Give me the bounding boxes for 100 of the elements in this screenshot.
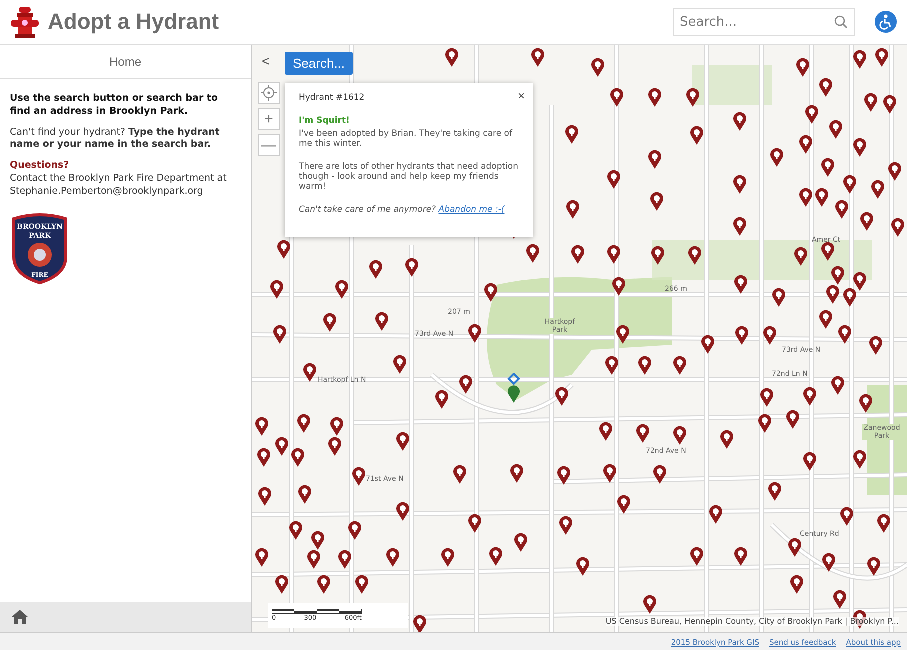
hydrant-marker-icon[interactable]	[257, 448, 271, 467]
hydrant-marker-icon[interactable]	[375, 312, 389, 331]
hydrant-marker-icon[interactable]	[348, 521, 362, 540]
hydrant-marker-icon[interactable]	[867, 557, 881, 576]
hydrant-marker-icon[interactable]	[571, 245, 585, 264]
locate-button[interactable]	[258, 82, 280, 104]
hydrant-marker-icon[interactable]	[758, 414, 772, 433]
hydrant-marker-icon[interactable]	[328, 437, 342, 456]
hydrant-marker-icon[interactable]	[763, 326, 777, 345]
hydrant-marker-icon[interactable]	[734, 275, 748, 294]
hydrant-marker-icon[interactable]	[709, 505, 723, 524]
hydrant-marker-icon[interactable]	[883, 95, 897, 114]
hydrant-marker-icon[interactable]	[869, 336, 883, 355]
hydrant-marker-icon[interactable]	[859, 394, 873, 413]
hydrant-marker-icon[interactable]	[835, 200, 849, 219]
hydrant-marker-icon[interactable]	[805, 105, 819, 124]
hydrant-marker-icon[interactable]	[338, 550, 352, 569]
hydrant-marker-icon[interactable]	[607, 170, 621, 189]
hydrant-marker-icon[interactable]	[352, 467, 366, 486]
close-button[interactable]: ×	[518, 89, 525, 103]
hydrant-marker-icon[interactable]	[734, 547, 748, 566]
hydrant-marker-icon[interactable]	[335, 280, 349, 299]
hydrant-marker-icon[interactable]	[576, 557, 590, 576]
hydrant-marker-icon[interactable]	[317, 575, 331, 594]
hydrant-marker-icon[interactable]	[822, 553, 836, 572]
hydrant-marker-icon[interactable]	[303, 363, 317, 382]
hydrant-marker-icon[interactable]	[255, 417, 269, 436]
hydrant-marker-icon[interactable]	[311, 531, 325, 550]
hydrant-marker-icon[interactable]	[653, 465, 667, 484]
hydrant-marker-icon[interactable]	[599, 422, 613, 441]
hydrant-marker-icon[interactable]	[510, 464, 524, 483]
hydrant-marker-icon[interactable]	[690, 126, 704, 145]
hydrant-marker-icon[interactable]	[273, 325, 287, 344]
hydrant-marker-icon[interactable]	[853, 450, 867, 469]
hydrant-marker-icon[interactable]	[772, 288, 786, 307]
hydrant-marker-icon[interactable]	[355, 575, 369, 594]
hydrant-marker-icon[interactable]	[396, 502, 410, 521]
hydrant-marker-icon[interactable]	[888, 162, 902, 181]
selected-location-icon[interactable]	[507, 373, 521, 403]
hydrant-marker-icon[interactable]	[790, 575, 804, 594]
hydrant-marker-icon[interactable]	[612, 277, 626, 296]
hydrant-marker-icon[interactable]	[459, 375, 473, 394]
hydrant-marker-icon[interactable]	[819, 310, 833, 329]
search-icon[interactable]	[834, 15, 848, 29]
hydrant-marker-icon[interactable]	[650, 192, 664, 211]
hydrant-marker-icon[interactable]	[270, 280, 284, 299]
hydrant-marker-icon[interactable]	[840, 507, 854, 526]
hydrant-marker-icon[interactable]	[786, 410, 800, 429]
hydrant-marker-icon[interactable]	[610, 88, 624, 107]
hydrant-marker-icon[interactable]	[555, 387, 569, 406]
hydrant-marker-icon[interactable]	[307, 550, 321, 569]
hydrant-marker-icon[interactable]	[605, 356, 619, 375]
hydrant-marker-icon[interactable]	[396, 432, 410, 451]
hydrant-marker-icon[interactable]	[826, 285, 840, 304]
hydrant-marker-icon[interactable]	[405, 258, 419, 277]
hydrant-marker-icon[interactable]	[799, 188, 813, 207]
hydrant-marker-icon[interactable]	[701, 335, 715, 354]
collapse-button[interactable]: <	[258, 53, 274, 69]
hydrant-marker-icon[interactable]	[445, 48, 459, 67]
hydrant-marker-icon[interactable]	[821, 242, 835, 261]
hydrant-marker-icon[interactable]	[686, 88, 700, 107]
hydrant-marker-icon[interactable]	[468, 514, 482, 533]
zoom-in-button[interactable]: +	[258, 108, 280, 130]
hydrant-marker-icon[interactable]	[386, 548, 400, 567]
hydrant-marker-icon[interactable]	[648, 150, 662, 169]
hydrant-marker-icon[interactable]	[864, 93, 878, 112]
hydrant-marker-icon[interactable]	[565, 125, 579, 144]
hydrant-marker-icon[interactable]	[833, 590, 847, 609]
hydrant-marker-icon[interactable]	[838, 325, 852, 344]
accessibility-icon[interactable]	[875, 11, 897, 33]
hydrant-marker-icon[interactable]	[617, 495, 631, 514]
hydrant-marker-icon[interactable]	[531, 48, 545, 67]
hydrant-marker-icon[interactable]	[298, 485, 312, 504]
hydrant-marker-icon[interactable]	[871, 180, 885, 199]
hydrant-marker-icon[interactable]	[733, 217, 747, 236]
hydrant-marker-icon[interactable]	[648, 88, 662, 107]
hydrant-marker-icon[interactable]	[819, 78, 833, 97]
hydrant-marker-icon[interactable]	[453, 465, 467, 484]
hydrant-marker-icon[interactable]	[330, 417, 344, 436]
hydrant-marker-icon[interactable]	[638, 356, 652, 375]
hydrant-marker-icon[interactable]	[643, 595, 657, 614]
hydrant-marker-icon[interactable]	[566, 200, 580, 219]
hydrant-marker-icon[interactable]	[794, 247, 808, 266]
hydrant-marker-icon[interactable]	[291, 448, 305, 467]
hydrant-marker-icon[interactable]	[815, 188, 829, 207]
hydrant-marker-icon[interactable]	[720, 430, 734, 449]
hydrant-marker-icon[interactable]	[369, 260, 383, 279]
hydrant-marker-icon[interactable]	[733, 175, 747, 194]
hydrant-marker-icon[interactable]	[289, 521, 303, 540]
hydrant-marker-icon[interactable]	[853, 272, 867, 291]
zoom-out-button[interactable]: —	[258, 134, 280, 156]
search-button[interactable]: Search...	[285, 52, 354, 75]
hydrant-marker-icon[interactable]	[591, 58, 605, 77]
hydrant-marker-icon[interactable]	[441, 548, 455, 567]
hydrant-marker-icon[interactable]	[277, 240, 291, 259]
hydrant-marker-icon[interactable]	[843, 175, 857, 194]
hydrant-marker-icon[interactable]	[829, 120, 843, 139]
hydrant-marker-icon[interactable]	[875, 48, 889, 67]
hydrant-marker-icon[interactable]	[393, 355, 407, 374]
hydrant-marker-icon[interactable]	[821, 158, 835, 177]
